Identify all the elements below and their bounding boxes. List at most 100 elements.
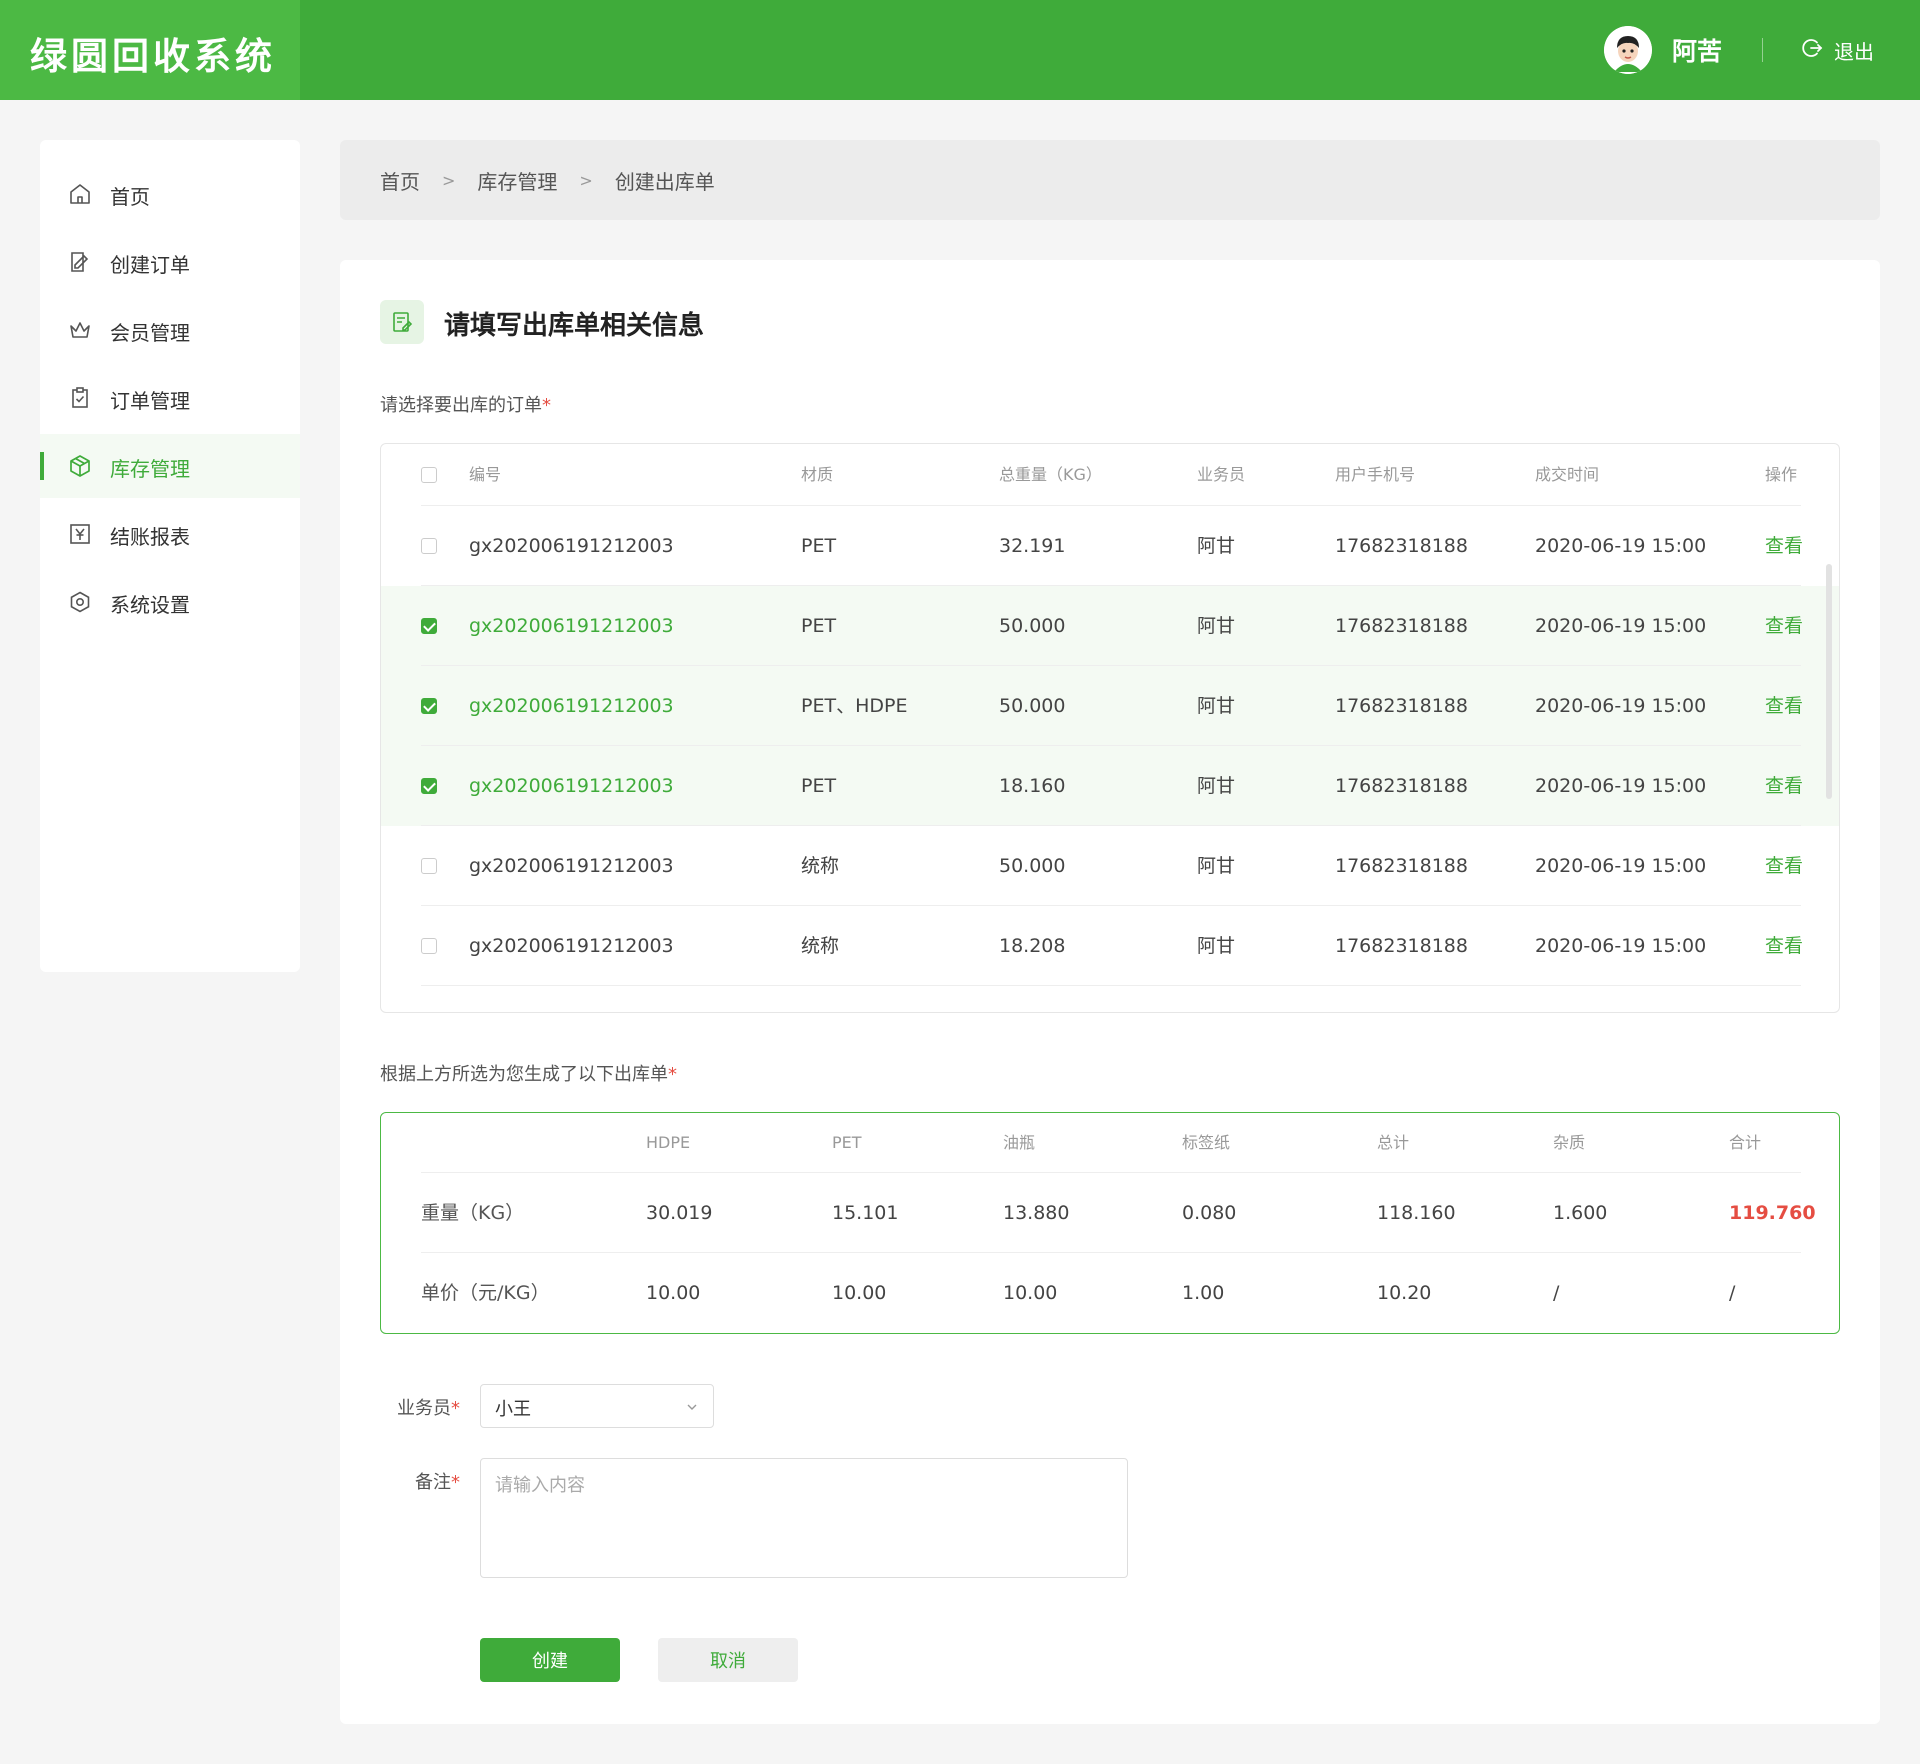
sum-header-pet: PET [832,1133,862,1152]
required-mark: * [542,395,551,416]
logout-button[interactable]: 退出 [1800,34,1874,66]
order-weight: 32.191 [999,535,1066,557]
order-code: gx202006191212003 [469,775,674,797]
order-code: gx202006191212003 [469,535,674,557]
order-time: 2020-06-19 15:00 [1535,855,1707,877]
orders-section-label: 请选择要出库的订单* [380,391,551,417]
sum-header-impurity: 杂质 [1553,1133,1586,1152]
table-row[interactable]: gx202006191212003 PET 18.160 阿甘 17682318… [381,746,1839,826]
order-phone: 17682318188 [1335,695,1468,717]
order-time: 2020-06-19 15:00 [1535,775,1707,797]
page-title: 请填写出库单相关信息 [444,311,705,341]
gear-icon [68,590,92,614]
sidebar-item-members[interactable]: 会员管理 [40,298,300,362]
form-edit-icon [380,300,424,344]
sidebar: 首页 创建订单 会员管理 订单管理 库存管理 结账报表 系统设置 [40,140,300,972]
order-material: 统称 [801,935,840,957]
summary-section-label: 根据上方所选为您生成了以下出库单* [380,1060,677,1086]
order-weight: 18.208 [999,935,1066,957]
required-mark: * [451,1472,460,1493]
order-staff: 阿甘 [1197,855,1236,877]
required-mark: * [668,1064,677,1085]
weight-pet: 15.101 [832,1202,899,1224]
orders-section-text: 请选择要出库的订单 [380,395,542,416]
order-staff: 阿甘 [1197,695,1236,717]
order-material: 统称 [801,855,840,877]
order-code: gx202006191212003 [469,615,674,637]
table-row[interactable]: gx202006191212003 PET 50.000 阿甘 17682318… [381,586,1839,666]
order-staff: 阿甘 [1197,535,1236,557]
weight-row-label: 重量（KG） [421,1202,525,1224]
weight-oil-bottle: 13.880 [1003,1202,1070,1224]
sidebar-item-label: 创建订单 [110,253,190,277]
sidebar-item-create-order[interactable]: 创建订单 [40,230,300,294]
col-header-code: 编号 [469,465,502,484]
row-checkbox[interactable] [421,618,437,634]
sidebar-item-label: 订单管理 [110,389,190,413]
sidebar-item-inventory[interactable]: 库存管理 [40,434,300,498]
table-scrollbar[interactable] [1826,564,1832,799]
crown-icon [68,318,92,342]
select-all-checkbox[interactable] [421,467,437,483]
order-weight: 18.160 [999,775,1066,797]
price-subtotal: 10.20 [1377,1282,1432,1304]
view-link[interactable]: 查看 [1765,506,1803,586]
view-link[interactable]: 查看 [1765,826,1803,906]
main-panel: 请填写出库单相关信息 请选择要出库的订单* 编号 材质 总重量（KG） 业务员 … [340,260,1880,1724]
order-time: 2020-06-19 15:00 [1535,535,1707,557]
price-hdpe: 10.00 [646,1282,701,1304]
row-checkbox[interactable] [421,538,437,554]
price-label-paper: 1.00 [1182,1282,1225,1304]
cancel-button[interactable]: 取消 [658,1638,798,1682]
staff-field-label: 业务员* [340,1394,460,1420]
sidebar-item-settings[interactable]: 系统设置 [40,570,300,634]
row-checkbox[interactable] [421,778,437,794]
weight-hdpe: 30.019 [646,1202,713,1224]
user-name[interactable]: 阿苦 [1672,32,1722,68]
order-time: 2020-06-19 15:00 [1535,615,1707,637]
staff-select[interactable]: 小王 [480,1384,714,1428]
price-impurity: / [1553,1282,1560,1304]
order-material: PET [801,775,837,797]
table-row[interactable]: gx202006191212003 PET、HDPE 50.000 阿甘 176… [381,666,1839,746]
weight-label-paper: 0.080 [1182,1202,1237,1224]
table-row[interactable]: gx202006191212003 统称 18.208 阿甘 176823181… [381,906,1839,986]
remark-textarea[interactable] [480,1458,1128,1578]
sidebar-item-label: 库存管理 [110,457,190,481]
col-header-time: 成交时间 [1535,465,1600,484]
table-header: 编号 材质 总重量（KG） 业务员 用户手机号 成交时间 操作 [381,444,1839,506]
breadcrumb-inventory[interactable]: 库存管理 [477,166,557,195]
price-pet: 10.00 [832,1282,887,1304]
sidebar-item-label: 会员管理 [110,321,190,345]
sidebar-item-home[interactable]: 首页 [40,162,300,226]
row-checkbox[interactable] [421,698,437,714]
table-row[interactable]: gx202006191212003 统称 50.000 阿甘 176823181… [381,826,1839,906]
remark-label-text: 备注 [415,1472,451,1493]
top-header: 绿圆回收系统 阿苦 退出 [0,0,1920,100]
sidebar-item-label: 系统设置 [110,593,190,617]
price-row-label: 单价（元/KG） [421,1282,550,1304]
order-code: gx202006191212003 [469,935,674,957]
edit-icon [68,250,92,274]
breadcrumb-home[interactable]: 首页 [380,166,420,195]
order-weight: 50.000 [999,695,1066,717]
remark-field-label: 备注* [340,1468,460,1494]
table-row[interactable]: gx202006191212003 PET 32.191 阿甘 17682318… [381,506,1839,586]
view-link[interactable]: 查看 [1765,746,1803,826]
view-link[interactable]: 查看 [1765,906,1803,986]
logout-label: 退出 [1834,39,1874,64]
row-checkbox[interactable] [421,858,437,874]
order-phone: 17682318188 [1335,775,1468,797]
sidebar-item-reports[interactable]: 结账报表 [40,502,300,566]
avatar[interactable] [1604,26,1652,74]
row-checkbox[interactable] [421,938,437,954]
order-staff: 阿甘 [1197,775,1236,797]
header-divider [1762,38,1763,62]
order-phone: 17682318188 [1335,855,1468,877]
create-button[interactable]: 创建 [480,1638,620,1682]
view-link[interactable]: 查看 [1765,586,1803,666]
weight-impurity: 1.600 [1553,1202,1608,1224]
sidebar-item-orders[interactable]: 订单管理 [40,366,300,430]
view-link[interactable]: 查看 [1765,666,1803,746]
order-time: 2020-06-19 15:00 [1535,695,1707,717]
